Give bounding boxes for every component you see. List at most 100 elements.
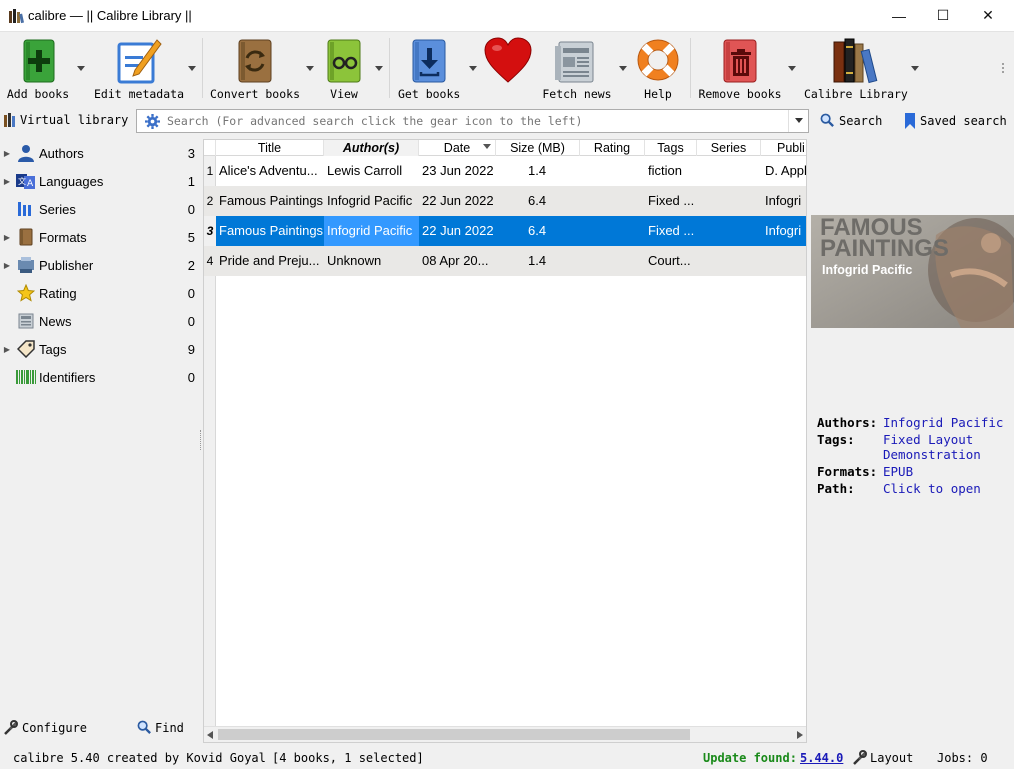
search-bar-row: Virtual library Search Saved search	[0, 108, 1014, 136]
scroll-right-icon[interactable]	[797, 731, 803, 739]
calibre-library-dropdown-icon[interactable]	[911, 66, 919, 72]
fetch-news-dropdown-icon[interactable]	[619, 66, 627, 72]
expand-arrow-icon[interactable]: ▶	[0, 177, 14, 186]
tag-browser-item-authors[interactable]: ▶ Authors 3	[0, 139, 199, 167]
remove-books-dropdown-icon[interactable]	[788, 66, 796, 72]
tag-browser-item-series[interactable]: Series 0	[0, 195, 199, 223]
get-books-dropdown-icon[interactable]	[469, 66, 477, 72]
book-list-table[interactable]: Title Author(s) Date Size (MB) Rating Ta…	[203, 139, 807, 743]
tag-icon	[15, 339, 37, 359]
status-credits: calibre 5.40 created by Kovid Goyal	[13, 751, 266, 765]
scrollbar-thumb[interactable]	[218, 729, 690, 740]
book-cover[interactable]: FAMOUS PAINTINGS Infogrid Pacific	[811, 215, 1014, 328]
tag-browser-item-identifiers[interactable]: Identifiers 0	[0, 363, 199, 391]
details-tags: Tags: Fixed Layout	[817, 432, 974, 447]
format-link[interactable]: EPUB	[883, 464, 913, 479]
get-books-button[interactable]: Get books	[398, 32, 460, 104]
edit-metadata-icon	[117, 39, 162, 84]
jobs-indicator[interactable]: Jobs: 0	[937, 751, 988, 765]
table-row-selected[interactable]: 3 Famous Paintings Infogrid Pacific 22 J…	[204, 216, 806, 246]
add-books-dropdown-icon[interactable]	[77, 66, 85, 72]
add-books-button[interactable]: Add books	[0, 32, 76, 104]
edit-metadata-dropdown-icon[interactable]	[188, 66, 196, 72]
search-history-dropdown[interactable]	[788, 110, 808, 132]
fetch-news-label: Fetch news	[542, 87, 612, 101]
gear-icon[interactable]	[145, 114, 160, 129]
toolbar-overflow-icon[interactable]	[1001, 62, 1005, 74]
tag-browser-item-news[interactable]: News 0	[0, 307, 199, 335]
column-header-authors[interactable]: Author(s)	[324, 140, 419, 156]
fetch-news-icon	[555, 41, 594, 83]
virtual-library-button[interactable]: Virtual library	[4, 113, 128, 127]
expand-arrow-icon[interactable]: ▶	[0, 233, 14, 242]
table-header: Title Author(s) Date Size (MB) Rating Ta…	[204, 140, 806, 156]
tag-browser-item-rating[interactable]: Rating 0	[0, 279, 199, 307]
horizontal-scrollbar[interactable]	[204, 726, 806, 742]
path-link[interactable]: Click to open	[883, 481, 981, 496]
view-button[interactable]: View	[318, 32, 370, 104]
search-button[interactable]: Search	[820, 113, 882, 128]
search-box[interactable]	[136, 109, 809, 133]
status-book-count: [4 books, 1 selected]	[272, 751, 424, 765]
table-row[interactable]: 4 Pride and Preju... Unknown 08 Apr 20..…	[204, 246, 806, 276]
donate-button[interactable]	[480, 32, 536, 104]
remove-books-button[interactable]: Remove books	[698, 32, 782, 104]
calibre-library-label: Calibre Library	[804, 87, 908, 101]
close-button[interactable]: ✕	[965, 0, 1011, 31]
wrench-icon	[853, 750, 867, 765]
column-header-rating[interactable]: Rating	[580, 140, 645, 156]
tag-link[interactable]: Fixed Layout	[883, 432, 973, 447]
tag-browser: ▶ Authors 3 ▶ 文A Languages 1 Series 0 ▶ …	[0, 139, 199, 743]
search-input[interactable]	[167, 113, 787, 129]
table-row[interactable]: 2 Famous Paintings Infogrid Pacific 22 J…	[204, 186, 806, 216]
scroll-left-icon[interactable]	[207, 731, 213, 739]
convert-books-dropdown-icon[interactable]	[306, 66, 314, 72]
saved-search-button[interactable]: Saved search	[904, 113, 1007, 129]
tag-link[interactable]: Demonstration	[883, 447, 981, 462]
toolbar-separator	[389, 38, 390, 98]
book-icon	[15, 227, 37, 247]
tag-browser-item-publisher[interactable]: ▶ Publisher 2	[0, 251, 199, 279]
fetch-news-button[interactable]: Fetch news	[542, 32, 612, 104]
find-button[interactable]: Find	[137, 720, 184, 735]
layout-button[interactable]: Layout	[852, 750, 913, 766]
details-authors: Authors: Infogrid Pacific	[817, 415, 1004, 430]
column-header-publisher[interactable]: Publi	[761, 140, 806, 156]
minimize-button[interactable]: —	[876, 0, 922, 31]
saved-search-label: Saved search	[920, 114, 1007, 128]
convert-books-label: Convert books	[210, 87, 301, 101]
update-version-link[interactable]: 5.44.0	[800, 751, 843, 765]
expand-arrow-icon[interactable]: ▶	[0, 345, 14, 354]
window-title: calibre — || Calibre Library ||	[28, 8, 192, 23]
column-header-title[interactable]: Title	[216, 140, 324, 156]
search-icon	[137, 720, 151, 734]
main-toolbar: Add books Edit metadata Convert books Vi…	[0, 32, 1014, 104]
view-dropdown-icon[interactable]	[375, 66, 383, 72]
details-tags-continued: Demonstration	[817, 447, 981, 462]
tag-browser-item-languages[interactable]: ▶ 文A Languages 1	[0, 167, 199, 195]
author-link[interactable]: Infogrid Pacific	[883, 415, 1003, 430]
sort-descending-icon	[483, 144, 491, 149]
update-found-label: Update found:	[703, 751, 797, 765]
calibre-library-button[interactable]: Calibre Library	[804, 32, 908, 104]
svg-text:A: A	[27, 179, 34, 189]
maximize-button[interactable]: ☐	[920, 0, 966, 31]
search-icon	[820, 113, 834, 127]
series-icon	[15, 199, 37, 219]
column-header-series[interactable]: Series	[697, 140, 761, 156]
remove-books-label: Remove books	[698, 87, 782, 101]
help-button[interactable]: Help	[632, 32, 684, 104]
edit-metadata-button[interactable]: Edit metadata	[94, 32, 184, 104]
column-header-index	[204, 140, 216, 156]
add-books-icon	[23, 39, 55, 83]
table-row[interactable]: 1 Alice's Adventu... Lewis Carroll 23 Ju…	[204, 156, 806, 186]
convert-books-button[interactable]: Convert books	[210, 32, 300, 104]
column-header-tags[interactable]: Tags	[645, 140, 697, 156]
expand-arrow-icon[interactable]: ▶	[0, 261, 14, 270]
splitter-handle[interactable]	[200, 430, 202, 450]
expand-arrow-icon[interactable]: ▶	[0, 149, 14, 158]
column-header-size[interactable]: Size (MB)	[496, 140, 580, 156]
configure-button[interactable]: Configure	[3, 720, 87, 736]
tag-browser-item-formats[interactable]: ▶ Formats 5	[0, 223, 199, 251]
tag-browser-item-tags[interactable]: ▶ Tags 9	[0, 335, 199, 363]
